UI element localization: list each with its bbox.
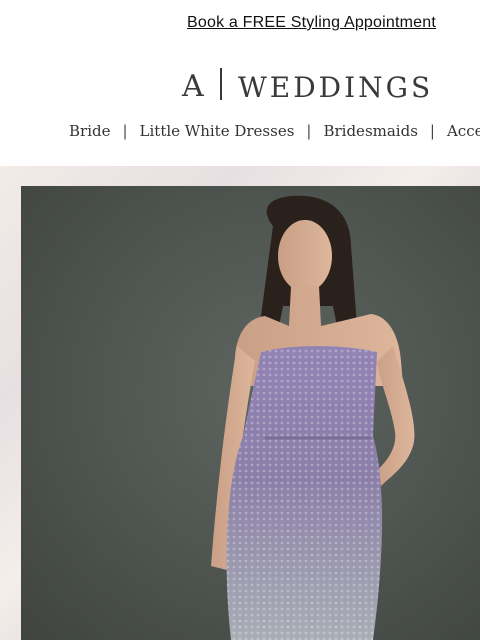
styling-appointment-link[interactable]: Book a FREE Styling Appointment (0, 14, 436, 32)
nav-separator: | (122, 122, 128, 140)
logo-letter: A (182, 69, 204, 104)
nav-item-little-white-dresses[interactable]: Little White Dresses (140, 122, 295, 140)
main-nav: Bride | Little White Dresses | Bridesmaids | A… (0, 118, 480, 146)
nav-separator: | (306, 122, 312, 140)
logo-wordmark: WEDDINGS (238, 71, 434, 104)
model-illustration (211, 195, 415, 640)
nav-item-bride[interactable]: Bride (69, 122, 110, 140)
logo-divider (220, 68, 222, 100)
nav-item-accessories[interactable]: Accessories (447, 122, 480, 140)
nav-item-bridesmaids[interactable]: Bridesmaids (323, 122, 417, 140)
nav-separator: | (429, 122, 435, 140)
brand-logo[interactable]: A WEDDINGS (180, 66, 480, 106)
hero-image[interactable] (21, 186, 480, 640)
promo-bar: Book a FREE Styling Appointment (0, 0, 480, 52)
